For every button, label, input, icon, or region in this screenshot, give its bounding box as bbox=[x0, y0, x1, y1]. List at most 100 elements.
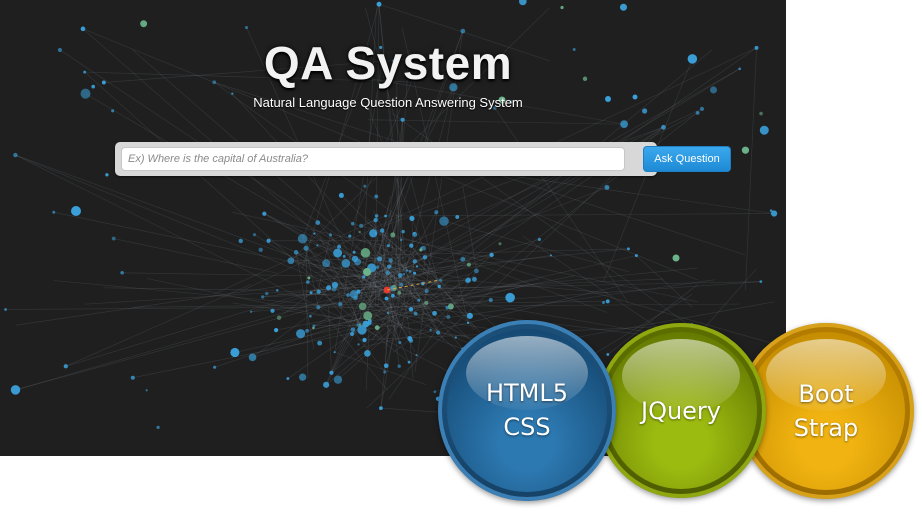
graph-node bbox=[421, 245, 427, 251]
graph-node bbox=[498, 242, 502, 246]
graph-node bbox=[338, 302, 343, 307]
graph-node bbox=[385, 270, 391, 276]
graph-node bbox=[351, 255, 359, 263]
graph-node bbox=[413, 271, 417, 275]
graph-node bbox=[391, 293, 395, 298]
graph-node bbox=[466, 262, 471, 267]
graph-node bbox=[374, 194, 379, 199]
graph-node bbox=[360, 248, 371, 258]
page-subtitle: Natural Language Question Answering Syst… bbox=[253, 95, 523, 110]
graph-node bbox=[606, 353, 610, 356]
graph-edge bbox=[113, 238, 278, 274]
graph-node bbox=[460, 256, 466, 262]
graph-node bbox=[359, 223, 364, 228]
graph-node bbox=[409, 215, 415, 222]
graph-node bbox=[383, 363, 389, 369]
graph-node bbox=[299, 373, 307, 381]
graph-node bbox=[397, 290, 402, 295]
graph-node bbox=[399, 282, 404, 287]
graph-node bbox=[333, 375, 343, 384]
graph-node bbox=[249, 310, 253, 313]
graph-node bbox=[364, 350, 371, 357]
graph-node bbox=[349, 331, 355, 337]
graph-node bbox=[316, 305, 321, 310]
graph-node bbox=[429, 328, 432, 332]
graph-node bbox=[741, 146, 750, 154]
graph-node bbox=[488, 298, 493, 303]
graph-node bbox=[252, 233, 257, 237]
graph-node bbox=[519, 0, 527, 6]
graph-node bbox=[276, 315, 282, 320]
graph-node bbox=[140, 20, 148, 28]
graph-node bbox=[120, 271, 124, 275]
graph-node bbox=[379, 228, 385, 233]
question-input[interactable] bbox=[121, 147, 625, 171]
graph-edge bbox=[423, 257, 426, 274]
graph-node bbox=[602, 301, 605, 304]
graph-node bbox=[383, 370, 387, 374]
graph-node bbox=[293, 250, 299, 255]
ask-question-button[interactable]: Ask Question bbox=[643, 146, 731, 172]
graph-node bbox=[362, 275, 366, 279]
graph-node bbox=[446, 314, 451, 319]
graph-node bbox=[384, 296, 389, 301]
graph-node bbox=[305, 328, 309, 333]
graph-node bbox=[213, 365, 217, 369]
graph-node bbox=[341, 259, 351, 268]
graph-node bbox=[315, 220, 321, 225]
graph-node bbox=[328, 233, 333, 237]
graph-node bbox=[264, 291, 269, 296]
graph-node bbox=[398, 341, 402, 345]
graph-node bbox=[619, 3, 628, 11]
graph-node bbox=[287, 257, 295, 265]
graph-node bbox=[407, 360, 411, 364]
graph-node bbox=[770, 210, 778, 217]
graph-node bbox=[549, 254, 553, 257]
graph-node bbox=[10, 385, 21, 395]
graph-node bbox=[759, 280, 763, 283]
graph-node bbox=[400, 117, 405, 122]
graph-node bbox=[604, 184, 610, 190]
graph-node bbox=[323, 381, 330, 388]
graph-node bbox=[376, 1, 382, 7]
page-title: QA System bbox=[263, 37, 513, 89]
graph-node bbox=[338, 192, 344, 198]
graph-node bbox=[537, 237, 541, 242]
graph-node bbox=[417, 298, 421, 302]
graph-node bbox=[386, 244, 390, 248]
graph-node bbox=[626, 247, 630, 251]
graph-node bbox=[375, 265, 380, 269]
graph-node bbox=[52, 210, 56, 214]
graph-node bbox=[433, 390, 437, 394]
graph-node bbox=[424, 300, 429, 305]
graph-node bbox=[313, 232, 316, 235]
graph-node bbox=[424, 289, 429, 294]
graph-edge bbox=[302, 233, 319, 308]
graph-node bbox=[407, 336, 413, 341]
graph-node bbox=[356, 323, 360, 327]
graph-node bbox=[362, 337, 367, 343]
graph-edge bbox=[334, 351, 427, 386]
graph-node bbox=[489, 252, 494, 258]
graph-node bbox=[316, 289, 321, 295]
graph-node bbox=[409, 243, 414, 248]
badge-label-line1: JQuery bbox=[640, 397, 721, 425]
graph-node bbox=[439, 216, 449, 226]
graph-node bbox=[388, 258, 393, 263]
graph-node bbox=[386, 311, 390, 315]
graph-node bbox=[274, 328, 279, 333]
graph-edge bbox=[65, 284, 252, 367]
graph-node bbox=[363, 268, 371, 276]
graph-node bbox=[466, 312, 473, 319]
graph-node bbox=[505, 292, 515, 303]
graph-node bbox=[400, 238, 403, 242]
graph-node bbox=[374, 325, 380, 330]
graph-node bbox=[422, 255, 428, 260]
html5-css-badge: HTML5 CSS bbox=[438, 320, 616, 501]
graph-node bbox=[363, 311, 373, 321]
graph-node bbox=[672, 254, 680, 262]
graph-node bbox=[317, 340, 323, 346]
graph-node bbox=[248, 353, 257, 362]
graph-node bbox=[439, 278, 443, 282]
graph-node bbox=[331, 286, 337, 292]
